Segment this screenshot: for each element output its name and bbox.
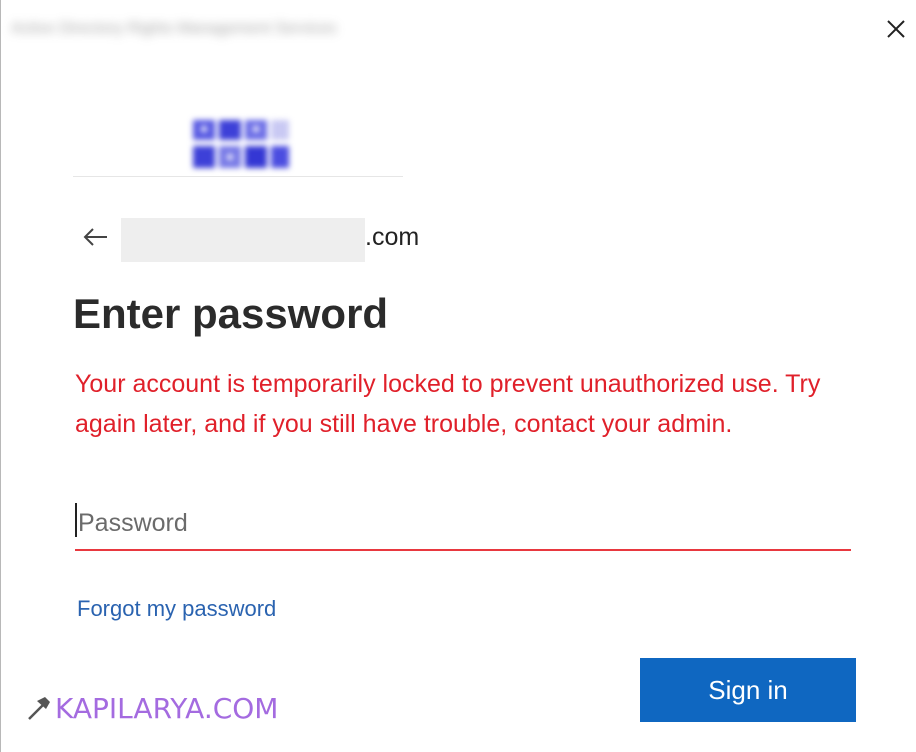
organization-logo	[189, 116, 293, 174]
close-button[interactable]	[877, 12, 913, 44]
watermark-text: KAPILARYA.COM	[55, 691, 279, 725]
password-input[interactable]	[75, 497, 851, 551]
hammer-icon	[28, 697, 50, 720]
close-icon	[887, 20, 905, 38]
logo-divider	[73, 176, 403, 177]
back-button[interactable]	[77, 220, 115, 254]
window-title: Active Directory Rights Management Servi…	[11, 20, 337, 37]
email-domain: .com	[365, 223, 420, 251]
text-caret	[75, 503, 77, 537]
arrow-left-icon	[83, 228, 107, 246]
page-title: Enter password	[73, 290, 389, 337]
error-message: Your account is temporarily locked to pr…	[75, 370, 821, 438]
sign-in-button[interactable]: Sign in	[640, 658, 856, 722]
watermark: KAPILARYA.COM	[23, 688, 278, 728]
redacted-email	[121, 218, 365, 262]
sign-in-dialog: Active Directory Rights Management Servi…	[0, 0, 916, 752]
forgot-password-link[interactable]: Forgot my password	[77, 594, 276, 624]
